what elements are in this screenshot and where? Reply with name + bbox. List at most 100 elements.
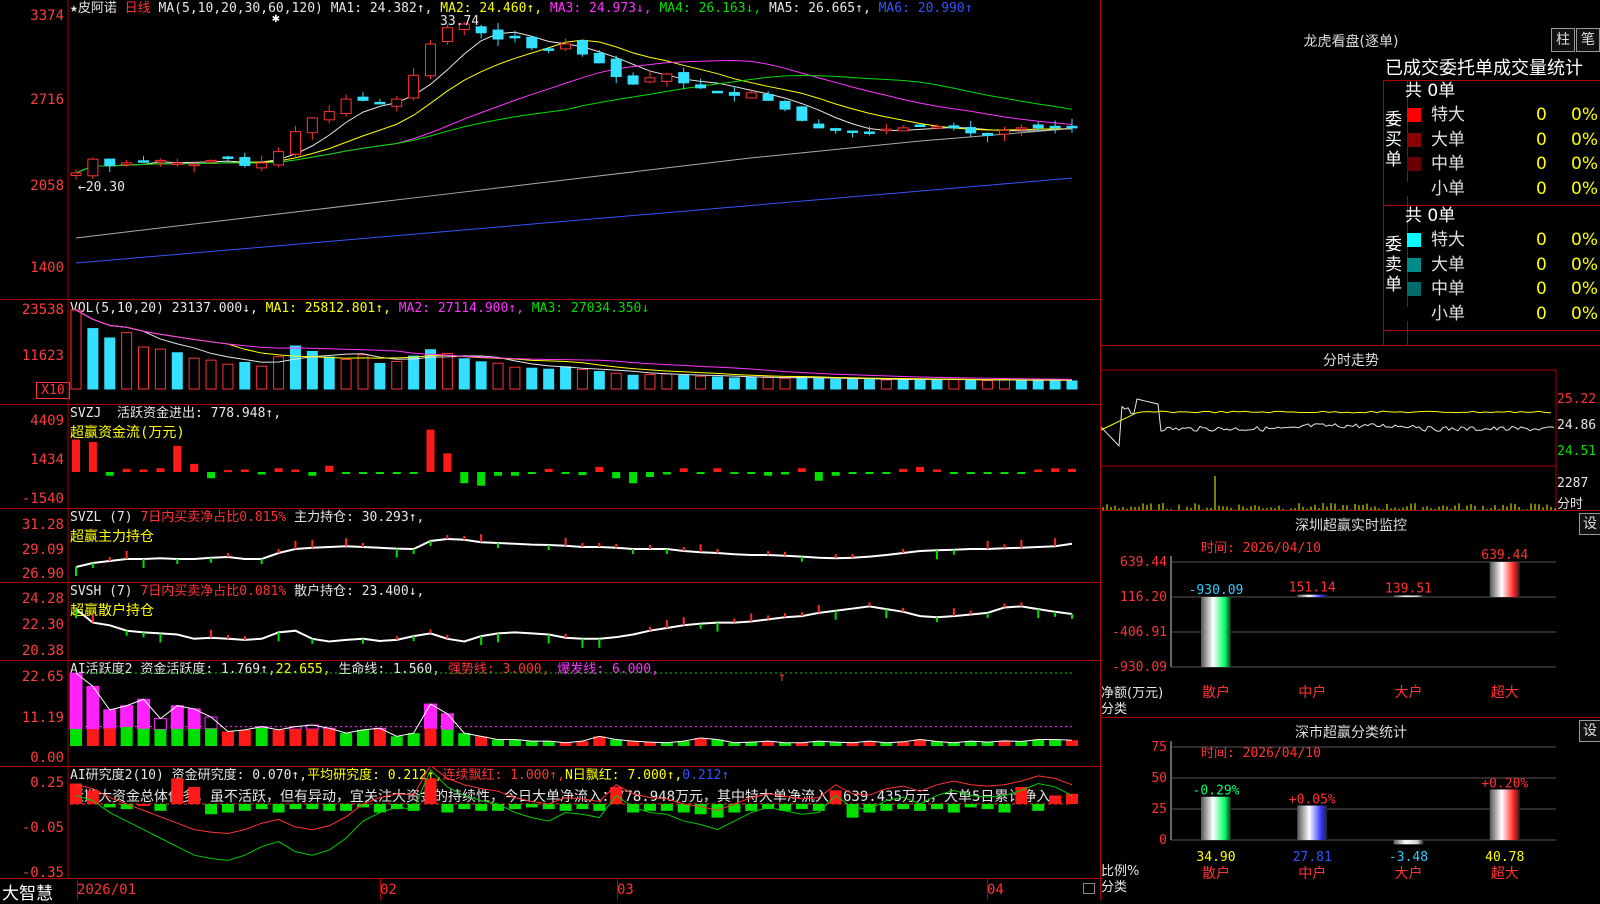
main-holding-chart[interactable]	[0, 509, 1100, 583]
activity-bar	[154, 729, 166, 746]
research-bar	[222, 804, 234, 813]
research-bar	[931, 804, 943, 809]
ma-line	[76, 32, 1072, 173]
sz-class-chart[interactable]: 7550250散户34.90-0.29%中户27.81+0.05%大户-3.48…	[1101, 718, 1600, 901]
research-line-green	[76, 770, 1072, 860]
legend-swatch	[1407, 182, 1421, 196]
ai-activity-panel[interactable]: AI活跃度2 资金活跃度: 1.769↑,22.655, 生命线: 1.560,…	[0, 661, 1100, 767]
svzj-panel[interactable]: SVZJ 活跃资金进出: 778.948↑, 超赢资金流(万元) 4409 14…	[0, 405, 1100, 509]
candle-body	[341, 99, 351, 113]
candle-body	[172, 163, 182, 165]
intraday-chart[interactable]	[1101, 346, 1600, 511]
volume-bar	[1033, 381, 1043, 389]
bar-mode-button[interactable]: 柱	[1551, 28, 1575, 52]
category-label: 中户	[1298, 684, 1326, 701]
arrow-marker: ↑	[778, 670, 786, 685]
activity-bar	[256, 728, 268, 746]
candle-body	[966, 128, 976, 133]
flow-bar	[680, 468, 688, 472]
flow-bar	[359, 472, 367, 474]
research-bar	[70, 784, 82, 804]
research-bar	[543, 804, 555, 809]
activity-bar	[441, 730, 453, 746]
activity-bar	[171, 729, 183, 746]
flow-bar	[427, 430, 435, 472]
candle-body	[814, 124, 824, 128]
flow-bar	[882, 472, 890, 474]
activity-bar	[87, 729, 99, 746]
research-bar	[154, 804, 166, 811]
change-label: -0.29%	[1193, 784, 1240, 799]
volume-bar	[915, 379, 925, 389]
activity-bar-top	[70, 673, 82, 729]
ai-research-panel[interactable]: AI研究度2(10) 资金研究度: 0.070↑,平均研究度: 0.212↑,连…	[0, 767, 1100, 879]
lhb-row-value: 0	[1536, 129, 1547, 151]
activity-bar	[425, 729, 437, 746]
sz-monitor-panel[interactable]: 深圳超赢实时监控 设 时间: 2026/04/10 净额(万元) 分类 639.…	[1100, 510, 1600, 717]
volume-bar	[544, 369, 554, 389]
flow-bar	[106, 472, 114, 476]
svzl-panel[interactable]: SVZL (7) 7日内买卖净占比0.815% 主力持仓: 30.293↑, 超…	[0, 509, 1100, 583]
sell-side-label: 委卖单	[1385, 235, 1405, 295]
y-tick: 25	[1151, 802, 1167, 817]
activity-bar	[374, 729, 386, 746]
research-bar	[306, 804, 318, 809]
research-bar	[813, 804, 825, 811]
activity-bar-top	[205, 717, 217, 729]
flow-bar	[984, 472, 992, 474]
volume-chart[interactable]	[0, 300, 1100, 405]
candle-body	[577, 41, 587, 54]
intraday-ytick: 24.51	[1557, 444, 1596, 459]
volume-bar	[290, 346, 300, 389]
candle-body	[189, 164, 199, 166]
sz-class-panel[interactable]: 深市超赢分类统计 设 时间: 2026/04/10 比例% 分类 7550250…	[1100, 717, 1600, 900]
research-bar	[323, 804, 335, 811]
research-bar	[830, 790, 842, 804]
lhb-panel: 龙虎看盘(逐单) 柱 笔 已成交委托单成交量统计 委买单 委卖单 共 0单特大0…	[1100, 0, 1600, 345]
fund-flow-chart[interactable]	[0, 405, 1100, 509]
flow-bar	[899, 469, 907, 472]
intraday-panel[interactable]: 分时走势 25.22 24.86 24.51 2287 分时	[1100, 345, 1600, 510]
activity-bar	[239, 730, 251, 746]
activity-chart[interactable]: ↑	[0, 661, 1100, 767]
activity-bar-top	[154, 719, 166, 730]
research-chart[interactable]	[0, 767, 1100, 879]
flow-bar	[713, 468, 721, 472]
research-bar	[1049, 795, 1061, 804]
research-bar	[289, 804, 301, 809]
activity-bar	[526, 741, 538, 746]
lhb-title: 龙虎看盘(逐单)	[1101, 31, 1600, 51]
candle-body	[848, 131, 858, 133]
volume-bar	[679, 376, 689, 389]
lhb-row-pct: 0%	[1571, 104, 1598, 126]
sz-monitor-chart[interactable]: 639.44116.20-406.91-930.09-930.09散户151.1…	[1101, 511, 1600, 718]
flow-bar	[258, 472, 266, 474]
research-bar	[475, 804, 487, 811]
volume-bar	[983, 381, 993, 389]
candlestick-chart[interactable]: ✱	[0, 0, 1100, 300]
candle-body	[206, 160, 216, 162]
retail-holding-chart[interactable]	[0, 583, 1100, 661]
research-bar	[965, 804, 977, 807]
research-bar	[273, 804, 285, 813]
bar-value-label: 639.44	[1481, 548, 1528, 563]
tick-mode-button[interactable]: 笔	[1576, 28, 1600, 52]
volume-bar	[797, 377, 807, 389]
lock-icon[interactable]	[1083, 883, 1095, 894]
svsh-panel[interactable]: SVSH (7) 7日内买卖净占比0.081% 散户持仓: 23.400↓, 超…	[0, 583, 1100, 661]
research-bar	[948, 804, 960, 813]
volume-bar	[729, 378, 739, 389]
research-bar	[408, 804, 420, 811]
volume-bar	[763, 378, 773, 389]
flow-bar	[173, 446, 181, 472]
candle-body	[561, 44, 571, 49]
volume-bar	[831, 379, 841, 389]
volume-bar	[139, 347, 149, 389]
ma-line	[76, 40, 1072, 173]
volume-panel[interactable]: VOL(5,10,20) 23137.000↓, MA1: 25812.801↑…	[0, 300, 1100, 405]
flow-bar	[224, 470, 232, 472]
volume-bar	[999, 380, 1009, 389]
flow-bar	[1068, 469, 1076, 472]
activity-bar	[408, 733, 420, 746]
main-chart-panel[interactable]: ★皮阿诺 日线 MA(5,10,20,30,60,120) MA1: 24.38…	[0, 0, 1100, 300]
